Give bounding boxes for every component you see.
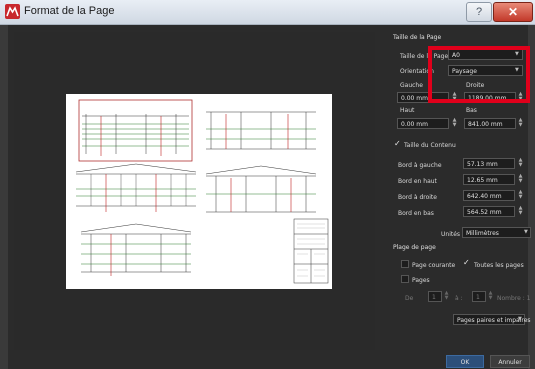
left-edge-spinner[interactable]: ▲ ▼ [517, 158, 524, 169]
parity-select[interactable]: Pages paires et impaires [453, 314, 531, 325]
pages-label: Pages [412, 277, 430, 284]
from-label: De [405, 295, 414, 302]
ok-button[interactable]: OK [446, 355, 484, 368]
pages-checkbox[interactable] [401, 275, 409, 283]
current-page-label: Page courante [412, 262, 456, 269]
bottom-edge-label: Bord en bas [398, 210, 434, 217]
left-label: Gauche [400, 82, 423, 89]
bottom-spinner[interactable]: ▲ ▼ [517, 118, 524, 129]
left-edge-label: Bord à gauche [398, 162, 442, 169]
top-input[interactable]: 0.00 mm [397, 118, 449, 129]
drawing-preview [75, 99, 329, 284]
bottom-label: Bas [466, 107, 477, 114]
all-pages-checkbox[interactable]: ✓ [463, 258, 470, 267]
from-spinner[interactable]: ▲ ▼ [443, 291, 450, 302]
content-size-title: Taille du Contenu [404, 142, 456, 149]
to-label: à : [455, 295, 463, 302]
units-label: Unités [441, 231, 461, 238]
right-edge-input[interactable]: 642.40 mm [463, 190, 515, 201]
page-preview [66, 94, 332, 289]
right-edge-label: Bord à droite [398, 194, 437, 201]
chevron-down-icon: ▼ [524, 229, 528, 235]
content-size-checkbox[interactable]: ✓ [394, 139, 401, 148]
top-label: Haut [400, 107, 415, 114]
units-select[interactable]: Millimètres [462, 227, 531, 238]
title-bar: Format de la Page ? ✕ [0, 0, 535, 25]
chevron-down-icon: ▼ [518, 316, 522, 322]
to-input[interactable]: 1 [472, 291, 486, 302]
close-button[interactable]: ✕ [493, 2, 533, 22]
highlight-box [428, 46, 530, 103]
bottom-edge-spinner[interactable]: ▲ ▼ [517, 206, 524, 217]
from-input[interactable]: 1 [428, 291, 442, 302]
help-button[interactable]: ? [466, 2, 492, 22]
app-logo-icon [5, 4, 20, 19]
page-size-section-title: Taille de la Page [393, 34, 442, 41]
bottom-input[interactable]: 841.00 mm [464, 118, 516, 129]
top-spinner[interactable]: ▲ ▼ [451, 118, 458, 129]
right-edge-spinner[interactable]: ▲ ▼ [517, 190, 524, 201]
left-edge-input[interactable]: 57.13 mm [463, 158, 515, 169]
page-range-title: Plage de page [393, 244, 436, 251]
top-edge-spinner[interactable]: ▲ ▼ [517, 174, 524, 185]
bottom-edge-input[interactable]: 564.52 mm [463, 206, 515, 217]
total-label: Nombre : 1 [497, 295, 531, 302]
top-edge-input[interactable]: 12.65 mm [463, 174, 515, 185]
top-edge-label: Bord en haut [398, 178, 437, 185]
page-preview-area [14, 32, 375, 350]
cancel-button[interactable]: Annuler [490, 355, 530, 368]
current-page-checkbox[interactable] [401, 260, 409, 268]
to-spinner[interactable]: ▲ ▼ [487, 291, 494, 302]
window-title: Format de la Page [24, 5, 115, 17]
all-pages-label: Toutes les pages [474, 262, 524, 269]
